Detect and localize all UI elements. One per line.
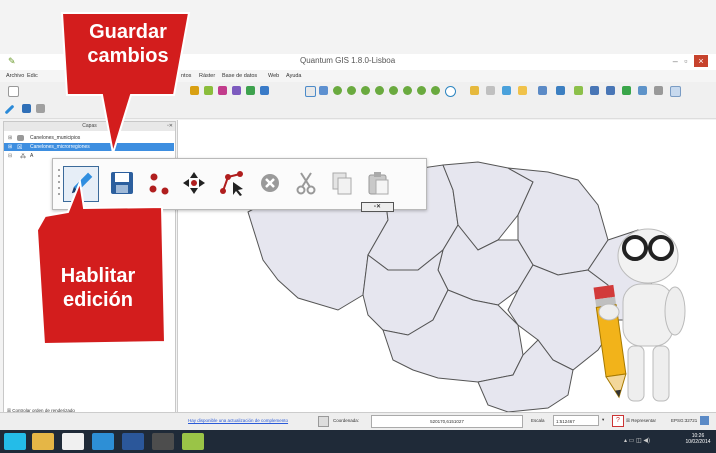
qgis-window: ✎ Quantum GIS 1.8.0-Lisboa – ▫ × Archivo… [0,0,716,453]
callout-enable-bubble [35,178,167,346]
callout-save-line2: cambios [87,45,169,67]
callout-save-line1: Guardar [89,21,167,43]
callout-save-text: Guardar cambios [68,20,188,68]
callout-enable-line2: edición [62,289,133,311]
callout-enable-line1: Hablitar [60,265,136,287]
callout-enable-text: Hablitar edición [38,264,158,312]
